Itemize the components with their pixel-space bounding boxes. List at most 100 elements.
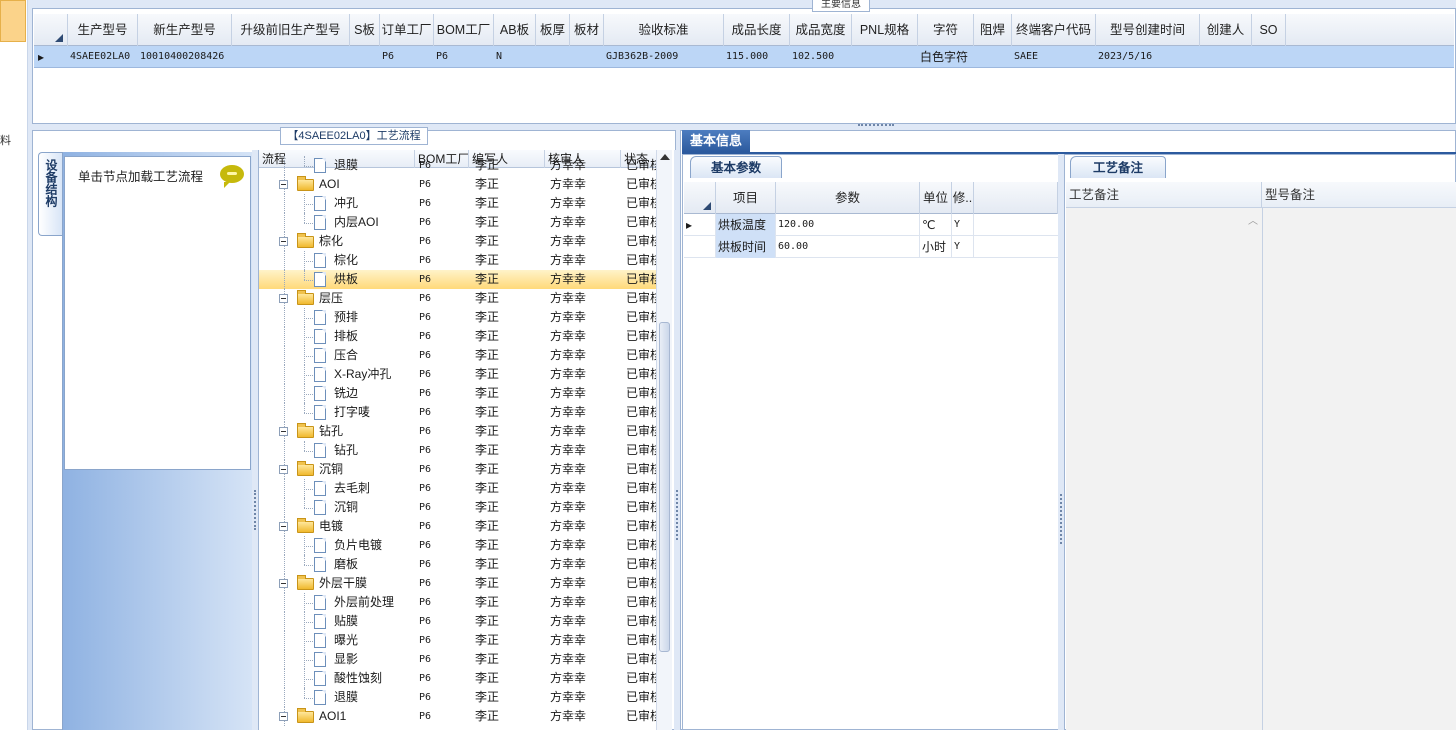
tree-scrollbar[interactable] [656,150,672,730]
grid-cell[interactable]: 2023/5/16 [1098,46,1200,68]
main-grid-row[interactable]: ▸ 4SAEE02LA0 10010400208426 P6 P6 N GJB362B-2… [34,46,1454,68]
grid-cell[interactable]: N [496,46,536,68]
left-edge-tab[interactable] [0,0,26,42]
tree-row[interactable]: 去毛刺 P6 李正 方幸幸 已审核 [259,479,659,498]
params-col-header[interactable]: 项目 [716,182,776,214]
grid-cell[interactable]: SAEE [1014,46,1096,68]
params-value[interactable]: 60.00 [776,236,920,258]
params-value[interactable]: 120.00 [776,214,920,236]
node-box[interactable]: 单击节点加载工艺流程 [64,156,251,470]
tree-row[interactable]: 预排 P6 李正 方幸幸 已审核 [259,308,659,327]
collapse-icon[interactable] [279,180,288,189]
tree-row[interactable]: 退膜 P6 李正 方幸幸 已审核 [259,156,659,175]
center-splitter[interactable] [674,150,680,730]
collapse-icon[interactable] [279,237,288,246]
tree-row[interactable]: 酸性蚀刻 P6 李正 方幸幸 已审核 [259,669,659,688]
tree-row[interactable]: 负片电镀 P6 李正 方幸幸 已审核 [259,536,659,555]
grid-col-header[interactable]: 订单工厂 [380,14,434,46]
collapse-icon[interactable] [279,712,288,721]
params-col-header[interactable]: 修.. [952,182,974,214]
grid-col-header[interactable]: PNL规格 [852,14,918,46]
grid-cell[interactable] [538,46,570,68]
grid-col-header[interactable]: 型号创建时间 [1096,14,1200,46]
tree-row[interactable]: 内层AOI P6 李正 方幸幸 已审核 [259,213,659,232]
grid-col-header[interactable]: AB板 [494,14,536,46]
tree-row[interactable]: 电镀 P6 李正 方幸幸 已审核 [259,517,659,536]
tree-row[interactable]: 排板 P6 李正 方幸幸 已审核 [259,327,659,346]
grid-cell[interactable]: 102.500 [792,46,852,68]
tree-row[interactable]: 外层前处理 P6 李正 方幸幸 已审核 [259,593,659,612]
tree-row[interactable]: 钻孔 P6 李正 方幸幸 已审核 [259,441,659,460]
tree-row[interactable]: AOI P6 李正 方幸幸 已审核 [259,175,659,194]
grid-col-header[interactable]: SO [1252,14,1286,46]
scroll-up-icon[interactable] [660,154,670,160]
grid-col-header[interactable]: S板 [350,14,380,46]
grid-col-header[interactable]: 板厚 [536,14,570,46]
grid-cell[interactable] [234,46,350,68]
params-col-header[interactable]: 参数 [776,182,920,214]
tree-row[interactable]: 外层干膜 P6 李正 方幸幸 已审核 [259,574,659,593]
collapse-icon[interactable] [279,579,288,588]
tree-row[interactable]: AOI1 P6 李正 方幸幸 已审核 [259,707,659,726]
tree-row[interactable]: 贴膜 P6 李正 方幸幸 已审核 [259,612,659,631]
grid-cell[interactable] [572,46,604,68]
tree-row[interactable]: 沉铜 P6 李正 方幸幸 已审核 [259,460,659,479]
tab-basic-params[interactable]: 基本参数 [690,156,782,178]
scroll-thumb[interactable] [659,322,670,652]
grid-col-header[interactable]: 验收标准 [604,14,724,46]
grid-col-header[interactable]: 生产型号 [68,14,138,46]
tree-row[interactable]: 磨板 P6 李正 方幸幸 已审核 [259,555,659,574]
grid-col-header[interactable]: 成品长度 [724,14,790,46]
tree-row[interactable]: 钻孔 P6 李正 方幸幸 已审核 [259,422,659,441]
grid-cell[interactable]: 4SAEE02LA0 [70,46,138,68]
grid-cell[interactable] [854,46,918,68]
grid-cell[interactable] [1202,46,1252,68]
tab-process-notes[interactable]: 工艺备注 [1070,156,1166,178]
grid-cell[interactable] [352,46,380,68]
tree-row[interactable]: 烘板 P6 李正 方幸幸 已审核 [259,270,659,289]
grid-col-header[interactable]: 阻焊 [974,14,1012,46]
tree-row[interactable]: 棕化 P6 李正 方幸幸 已审核 [259,251,659,270]
grid-corner-icon[interactable] [34,14,68,46]
notes-body[interactable]: ︿ [1066,208,1456,730]
grid-col-header[interactable]: 终端客户代码 [1012,14,1096,46]
grid-col-header[interactable]: 板材 [570,14,604,46]
grid-col-header[interactable]: 字符 [918,14,974,46]
params-row[interactable]: ▸ 烘板温度 120.00 ℃ Y [684,214,1058,236]
grid-cell[interactable] [1254,46,1286,68]
tab-device-structure[interactable]: 设备结构 [38,152,62,236]
grid-cell[interactable]: 10010400208426 [140,46,232,68]
tree-row[interactable]: 沉铜 P6 李正 方幸幸 已审核 [259,498,659,517]
notes-scroll-up-icon[interactable]: ︿ [1248,212,1258,227]
grid-cell[interactable]: P6 [382,46,434,68]
collapse-icon[interactable] [279,294,288,303]
params-corner-icon[interactable] [684,182,716,214]
grid-cell[interactable] [976,46,1012,68]
tree-row[interactable]: 打字唛 P6 李正 方幸幸 已审核 [259,403,659,422]
grid-col-header[interactable]: 升级前旧生产型号 [232,14,350,46]
tree-row[interactable]: X-Ray冲孔 P6 李正 方幸幸 已审核 [259,365,659,384]
tree-row[interactable]: 退膜 P6 李正 方幸幸 已审核 [259,688,659,707]
tree-row[interactable]: 压合 P6 李正 方幸幸 已审核 [259,346,659,365]
params-col-header[interactable]: 单位 [920,182,952,214]
tree-row[interactable]: 层压 P6 李正 方幸幸 已审核 [259,289,659,308]
collapse-icon[interactable] [279,427,288,436]
grid-cell[interactable]: P6 [436,46,494,68]
grid-cell[interactable]: 115.000 [726,46,790,68]
tree-row[interactable]: 铣边 P6 李正 方幸幸 已审核 [259,384,659,403]
tab-basic-info[interactable]: 基本信息 [682,130,750,152]
grid-cell[interactable]: GJB362B-2009 [606,46,724,68]
collapse-icon[interactable] [279,522,288,531]
tree-row[interactable]: 冲孔 P6 李正 方幸幸 已审核 [259,194,659,213]
tree-row[interactable]: 棕化 P6 李正 方幸幸 已审核 [259,232,659,251]
grid-col-header[interactable]: 成品宽度 [790,14,852,46]
grid-cell[interactable]: 白色字符 [920,46,974,68]
collapse-icon[interactable] [279,465,288,474]
params-row[interactable]: 烘板时间 60.00 小时 Y [684,236,1058,258]
grid-col-header[interactable]: BOM工厂 [434,14,494,46]
grid-col-header[interactable]: 创建人 [1200,14,1252,46]
tree-row[interactable]: 显影 P6 李正 方幸幸 已审核 [259,650,659,669]
grid-col-header[interactable]: 新生产型号 [138,14,232,46]
speech-bubble-icon[interactable] [220,165,244,188]
tree-row[interactable]: 曝光 P6 李正 方幸幸 已审核 [259,631,659,650]
